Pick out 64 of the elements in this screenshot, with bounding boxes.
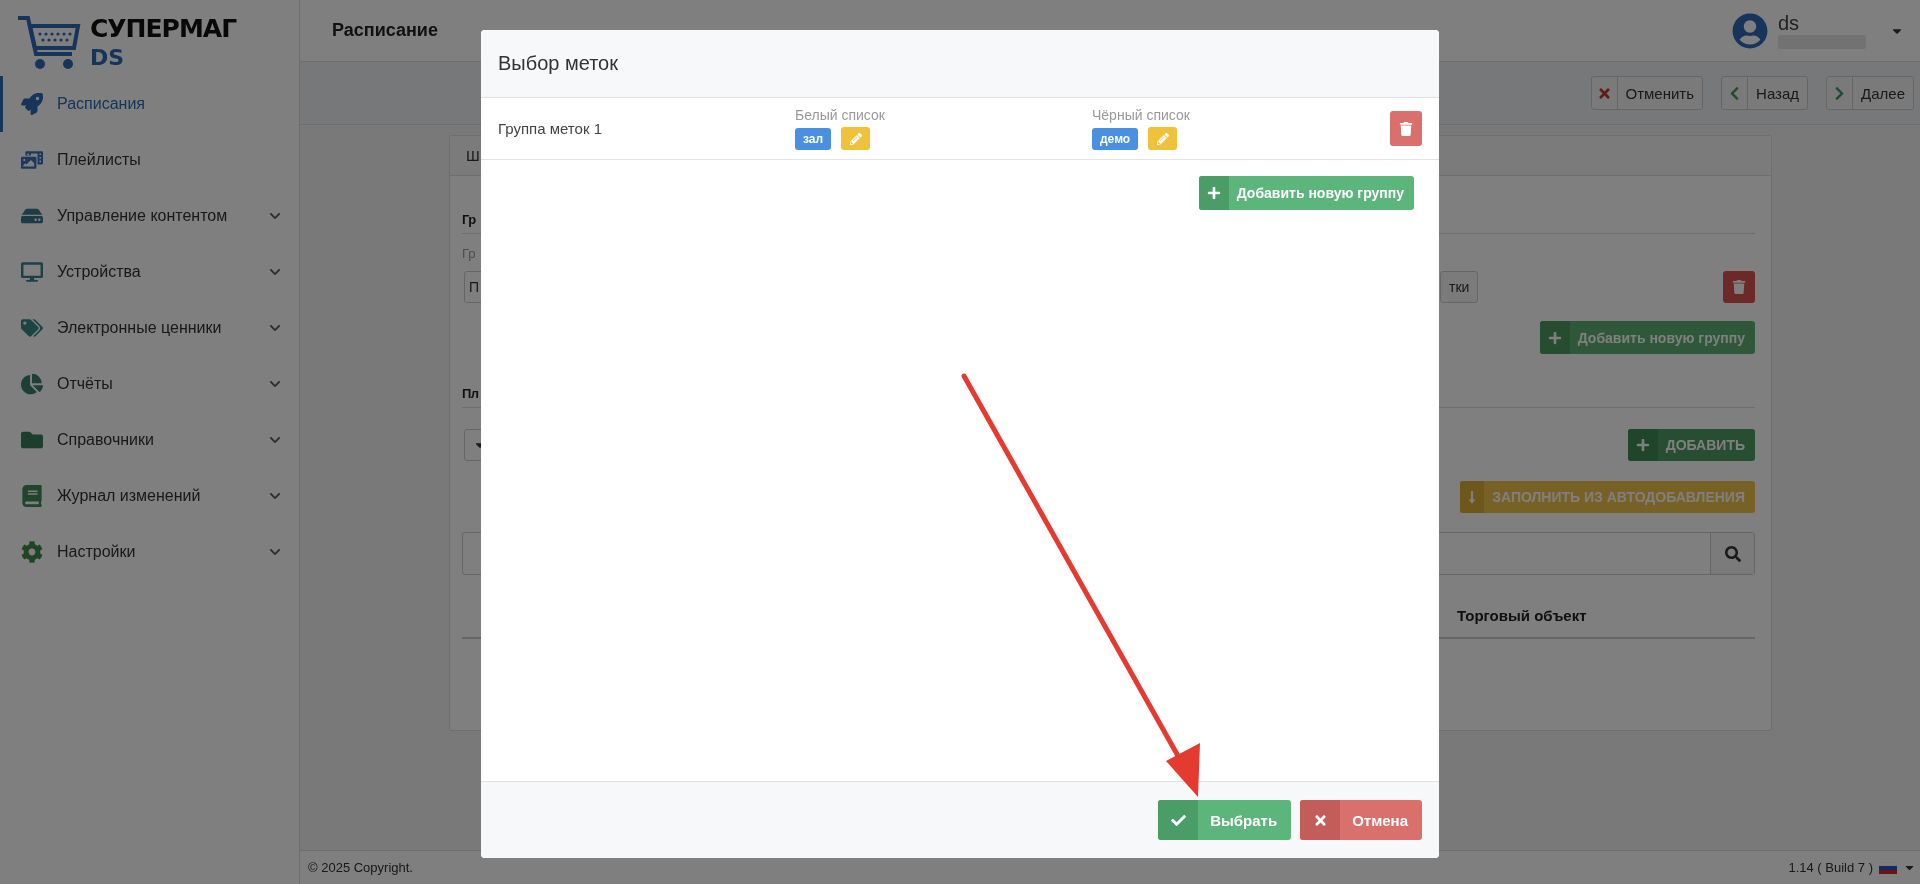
section-heading: Гр [462, 212, 476, 227]
plus-icon [1198, 176, 1229, 210]
cancel-button[interactable]: Отмена [1300, 800, 1422, 840]
plus-icon [1539, 321, 1570, 354]
next-button[interactable]: Далее [1826, 76, 1914, 110]
column-header: Торговый объект [1456, 607, 1588, 624]
sidebar-item[interactable]: Управление контентом [0, 188, 299, 244]
sidebar-item[interactable]: Настройки [0, 524, 299, 580]
chevron-down-icon [269, 378, 281, 390]
logo-title: СУПЕРМАГ [90, 15, 237, 41]
sidebar-item[interactable]: Справочники [0, 412, 299, 468]
chevron-down-icon [269, 434, 281, 446]
sidebar-item[interactable]: Электронные ценники [0, 300, 299, 356]
user-avatar-icon[interactable] [1732, 12, 1768, 49]
chevron-down-icon [269, 546, 281, 558]
search-button[interactable] [1710, 533, 1754, 574]
book-icon [21, 485, 45, 507]
group-name: Группа меток 1 [498, 120, 603, 137]
cancel-button[interactable]: Отменить [1590, 76, 1704, 110]
plus-icon [1627, 429, 1658, 461]
rocket-icon [21, 93, 45, 115]
logo-subtitle: DS [90, 46, 126, 69]
close-icon [1300, 800, 1341, 840]
cart-logo-icon [16, 14, 82, 70]
select-button[interactable]: Выбрать [1158, 800, 1292, 840]
add-button[interactable]: ДОБАВИТЬ [1627, 429, 1755, 461]
chevron-down-icon [269, 266, 281, 278]
search-icon [1724, 545, 1741, 562]
tags-icon [21, 317, 45, 339]
sidebar-item[interactable]: Устройства [0, 244, 299, 300]
pie-chart-icon [21, 373, 45, 395]
images-icon [21, 149, 45, 171]
flag-icon[interactable] [1879, 861, 1897, 874]
page-title: Расписание [332, 20, 439, 41]
delete-button[interactable] [1723, 271, 1755, 303]
arrow-down-icon [1460, 481, 1485, 513]
chevron-down-icon [269, 322, 281, 334]
user-name: ds [1778, 12, 1801, 33]
sidebar-item[interactable]: Отчёты [0, 356, 299, 412]
section-heading: Пл [462, 386, 479, 401]
folder-icon [21, 429, 45, 451]
chevron-down-icon [269, 490, 281, 502]
trash-icon [1732, 280, 1746, 294]
trash-icon [1399, 121, 1413, 136]
monitor-icon [21, 261, 45, 283]
check-icon [1158, 800, 1199, 840]
chevron-down-icon [269, 210, 281, 222]
list-label: Белый список [795, 107, 886, 123]
pencil-icon [1156, 132, 1169, 145]
copyright-text: © 2025 Copyright. [308, 860, 413, 875]
sidebar-item[interactable]: Журнал изменений [0, 468, 299, 524]
sidebar-item[interactable]: Плейлисты [0, 132, 299, 188]
settings-icon [21, 541, 45, 563]
tag-chip: зал [795, 127, 832, 150]
back-button[interactable]: Назад [1721, 76, 1809, 110]
select-tags-button[interactable]: тки [1440, 271, 1479, 303]
version-text: 1.14 ( Build 7 ) [1788, 860, 1873, 875]
dialog-title: Выбор меток [498, 52, 618, 75]
add-group-button[interactable]: Добавить новую группу [1198, 176, 1414, 210]
list-label: Чёрный список [1092, 107, 1191, 123]
card-title: Ш [466, 147, 480, 164]
delete-button[interactable] [1390, 111, 1422, 146]
pencil-icon [849, 132, 862, 145]
tag-chip: демо [1092, 127, 1139, 150]
